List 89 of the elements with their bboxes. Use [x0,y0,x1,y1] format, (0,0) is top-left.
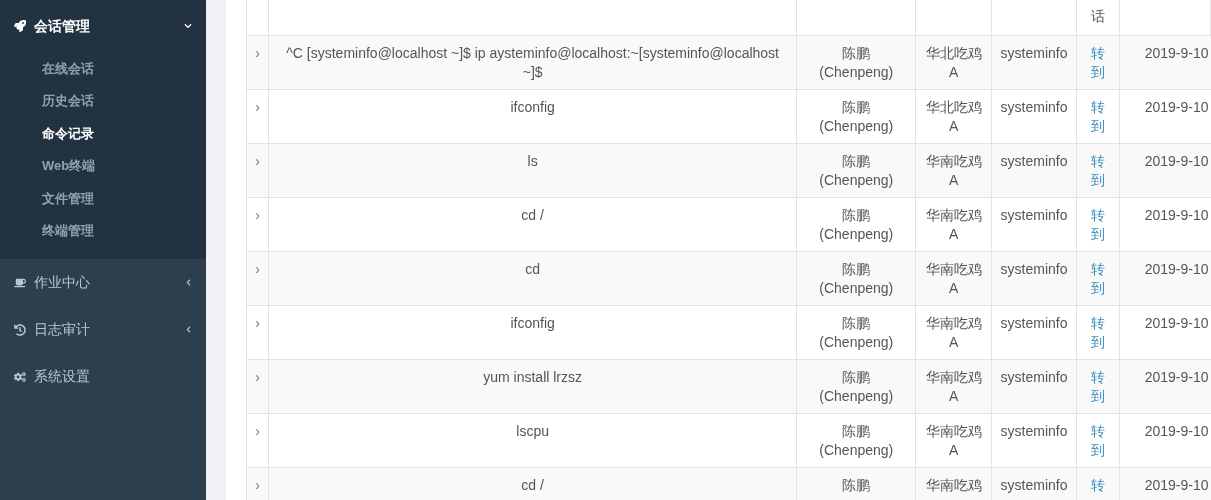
table-cell: 2019-9-10 [1144,315,1209,331]
chevron-left-icon [185,326,192,333]
table-cell: systeminfo [1000,153,1068,169]
table-cell: (Chenpeng) [819,333,894,352]
table-cell: 陈鹏 [842,44,871,63]
expand-toggle[interactable]: › [255,369,260,385]
submenu-item[interactable]: Web终端 [0,149,206,182]
table-cell: A [949,225,959,244]
submenu-item[interactable]: 在线会话 [0,52,206,85]
menu-group[interactable]: 会话管理 [0,0,206,52]
table-cell: 华南吃鸡 [925,476,982,495]
mug-icon [14,276,26,289]
table-cell: (Chenpeng) [819,441,894,460]
table-cell: 华南吃鸡 [925,422,982,441]
table-cell: 陈鹏 [842,314,871,333]
table-cell: 2019-9-10 [1144,261,1209,277]
table-cell: 陈鹏 [842,206,871,225]
menu-group[interactable]: 系统设置 [0,353,206,400]
table-cell: A [949,279,959,298]
table-cell: ^C [systeminfo@localhost ~]$ ip aysteminfo@localhost:~[systeminfo@localhost ~]$ [286,45,779,80]
table-cell: lscpu [516,423,549,439]
table-cell: 2019-9-10 [1144,423,1209,439]
table-cell: 华南吃鸡 [925,314,982,333]
table-cell: A [949,171,959,190]
table-cell: 陈鹏 [842,152,871,171]
expand-toggle[interactable]: › [255,207,260,223]
table-cell: (Chenpeng) [819,117,894,136]
table-cell: A [949,441,959,460]
table-cell: ifconfig [510,315,555,331]
expand-toggle[interactable]: › [255,99,260,115]
table-cell: (Chenpeng) [819,225,894,244]
table-cell: systeminfo [1000,315,1068,331]
table-cell: systeminfo [1000,423,1068,439]
submenu-item[interactable]: 文件管理 [0,182,206,215]
submenu-item[interactable]: 命令记录 [0,117,206,150]
table-cell: (Chenpeng) [819,387,894,406]
table-cell: systeminfo [1000,45,1068,61]
table-cell: 华北吃鸡 [925,44,982,63]
table-cell: 华南吃鸡 [925,260,982,279]
table-cell: 2019-9-10 [1144,207,1209,223]
table-cell: 华南吃鸡 [925,152,982,171]
table-cell: ifconfig [510,99,555,115]
table-cell: cd [525,261,541,277]
table-cell: 华南吃鸡 [925,206,982,225]
table-cell: cd / [521,207,544,223]
table-cell: A [949,117,959,136]
table-cell: systeminfo [1000,207,1068,223]
gears-icon [14,370,26,383]
expand-toggle[interactable]: › [255,261,260,277]
table-cell: (Chenpeng) [819,171,894,190]
table-cell: 2019-9-10 [1144,477,1209,493]
expand-toggle[interactable]: › [255,423,260,439]
table-cell: systeminfo [1000,369,1068,385]
expand-toggle[interactable]: › [255,315,260,331]
table-cell: 2019-9-10 [1144,369,1209,385]
goto-link[interactable]: 转 [1091,476,1105,495]
table-cell: systeminfo [1000,99,1068,115]
expand-toggle[interactable]: › [255,45,260,61]
chevron-down-icon [184,22,192,30]
table-cell: 华北吃鸡 [925,98,982,117]
table-cell: systeminfo [1000,477,1068,493]
column-header: 话 [1091,8,1105,24]
menu-group[interactable]: 作业中心 [0,259,206,306]
rocket-icon [14,20,26,32]
expand-toggle[interactable]: › [255,477,260,493]
table-cell: A [949,63,959,82]
table-cell: 华南吃鸡 [925,368,982,387]
expand-toggle[interactable]: › [255,153,260,169]
table-cell: (Chenpeng) [819,63,894,82]
table-cell: 陈鹏 [842,422,871,441]
table-cell: systeminfo [1000,261,1068,277]
history-icon [14,323,26,336]
submenu-item[interactable]: 历史会话 [0,84,206,117]
table-cell: 2019-9-10 [1144,45,1209,61]
table-cell: 陈鹏 [842,476,871,495]
table-cell: 陈鹏 [842,368,871,387]
table-cell: ls [527,153,538,169]
table-cell: 2019-9-10 [1144,153,1209,169]
table-cell: yum install lrzsz [483,369,583,385]
table-cell: cd / [521,477,544,493]
table-cell: 陈鹏 [842,98,871,117]
chevron-left-icon [185,279,192,286]
table-cell: (Chenpeng) [819,279,894,298]
submenu-item[interactable]: 终端管理 [0,214,206,247]
table-cell: 陈鹏 [842,260,871,279]
table-cell: 2019-9-10 [1144,99,1209,115]
table-cell: A [949,387,959,406]
menu-group[interactable]: 日志审计 [0,306,206,353]
table-cell: A [949,333,959,352]
